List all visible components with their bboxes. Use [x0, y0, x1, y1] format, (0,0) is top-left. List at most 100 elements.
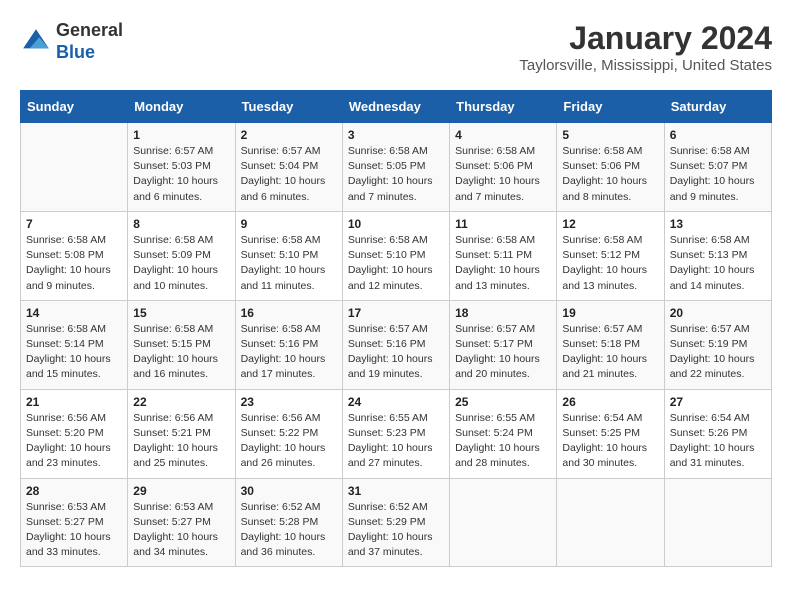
day-info: Sunrise: 6:57 AMSunset: 5:19 PMDaylight:…: [670, 322, 766, 383]
day-info: Sunrise: 6:54 AMSunset: 5:25 PMDaylight:…: [562, 411, 658, 472]
day-number: 17: [348, 306, 444, 320]
day-info: Sunrise: 6:56 AMSunset: 5:20 PMDaylight:…: [26, 411, 122, 472]
calendar-cell: 18 Sunrise: 6:57 AMSunset: 5:17 PMDayligh…: [450, 300, 557, 389]
logo-blue: Blue: [56, 42, 123, 64]
calendar-cell: 1Sunrise: 6:57 AMSunset: 5:03 PMDaylight…: [128, 123, 235, 212]
calendar-week-3: 14Sunrise: 6:58 AMSunset: 5:14 PMDayligh…: [21, 300, 772, 389]
day-number: 28: [26, 484, 122, 498]
calendar-week-5: 28 Sunrise: 6:53 AMSunset: 5:27 PMDayligh…: [21, 478, 772, 567]
day-info: Sunrise: 6:52 AMSunset: 5:29 PMDaylight:…: [348, 500, 444, 561]
day-info: Sunrise: 6:58 AMSunset: 5:15 PMDaylight:…: [133, 322, 229, 383]
calendar-cell: 15 Sunrise: 6:58 AMSunset: 5:15 PMDayligh…: [128, 300, 235, 389]
day-number: 3: [348, 128, 444, 142]
calendar-cell: 27Sunrise: 6:54 AMSunset: 5:26 PMDayligh…: [664, 389, 771, 478]
calendar-cell: 23Sunrise: 6:56 AMSunset: 5:22 PMDayligh…: [235, 389, 342, 478]
col-sunday: Sunday: [21, 91, 128, 123]
day-number: 22: [133, 395, 229, 409]
day-number: 30: [241, 484, 337, 498]
day-info: Sunrise: 6:58 AMSunset: 5:08 PMDaylight:…: [26, 233, 122, 294]
calendar-cell: 30Sunrise: 6:52 AMSunset: 5:28 PMDayligh…: [235, 478, 342, 567]
logo: General Blue: [20, 20, 123, 63]
day-info: Sunrise: 6:58 AMSunset: 5:16 PMDaylight:…: [241, 322, 337, 383]
day-info: Sunrise: 6:58 AMSunset: 5:11 PMDaylight:…: [455, 233, 551, 294]
col-friday: Friday: [557, 91, 664, 123]
day-info: Sunrise: 6:58 AMSunset: 5:06 PMDaylight:…: [455, 144, 551, 205]
day-number: 19: [562, 306, 658, 320]
title-block: January 2024 Taylorsville, Mississippi, …: [519, 20, 772, 74]
day-number: 20: [670, 306, 766, 320]
logo-text: General Blue: [56, 20, 123, 63]
calendar-cell: 28 Sunrise: 6:53 AMSunset: 5:27 PMDayligh…: [21, 478, 128, 567]
calendar-cell: [21, 123, 128, 212]
col-thursday: Thursday: [450, 91, 557, 123]
calendar-cell: 19 Sunrise: 6:57 AMSunset: 5:18 PMDayligh…: [557, 300, 664, 389]
calendar-cell: 16 Sunrise: 6:58 AMSunset: 5:16 PMDayligh…: [235, 300, 342, 389]
header-row: Sunday Monday Tuesday Wednesday Thursday…: [21, 91, 772, 123]
day-number: 16: [241, 306, 337, 320]
calendar-cell: 25Sunrise: 6:55 AMSunset: 5:24 PMDayligh…: [450, 389, 557, 478]
day-number: 23: [241, 395, 337, 409]
col-tuesday: Tuesday: [235, 91, 342, 123]
day-number: 7: [26, 217, 122, 231]
calendar-cell: 20 Sunrise: 6:57 AMSunset: 5:19 PMDayligh…: [664, 300, 771, 389]
month-title: January 2024: [519, 20, 772, 57]
day-number: 29: [133, 484, 229, 498]
day-info: Sunrise: 6:58 AMSunset: 5:09 PMDaylight:…: [133, 233, 229, 294]
day-info: Sunrise: 6:58 AMSunset: 5:06 PMDaylight:…: [562, 144, 658, 205]
calendar-cell: 13 Sunrise: 6:58 AMSunset: 5:13 PMDayligh…: [664, 211, 771, 300]
day-number: 31: [348, 484, 444, 498]
calendar-cell: 17 Sunrise: 6:57 AMSunset: 5:16 PMDayligh…: [342, 300, 449, 389]
day-number: 5: [562, 128, 658, 142]
day-info: Sunrise: 6:53 AMSunset: 5:27 PMDaylight:…: [133, 500, 229, 561]
calendar-cell: [450, 478, 557, 567]
calendar-cell: 10Sunrise: 6:58 AMSunset: 5:10 PMDayligh…: [342, 211, 449, 300]
calendar-week-4: 21Sunrise: 6:56 AMSunset: 5:20 PMDayligh…: [21, 389, 772, 478]
day-info: Sunrise: 6:58 AMSunset: 5:13 PMDaylight:…: [670, 233, 766, 294]
calendar-cell: 2Sunrise: 6:57 AMSunset: 5:04 PMDaylight…: [235, 123, 342, 212]
day-number: 26: [562, 395, 658, 409]
day-info: Sunrise: 6:58 AMSunset: 5:10 PMDaylight:…: [241, 233, 337, 294]
day-number: 13: [670, 217, 766, 231]
page-header: General Blue January 2024 Taylorsville, …: [20, 20, 772, 74]
calendar-cell: 6 Sunrise: 6:58 AMSunset: 5:07 PMDaylight…: [664, 123, 771, 212]
day-info: Sunrise: 6:58 AMSunset: 5:12 PMDaylight:…: [562, 233, 658, 294]
calendar-cell: 26 Sunrise: 6:54 AMSunset: 5:25 PMDayligh…: [557, 389, 664, 478]
day-number: 18: [455, 306, 551, 320]
day-info: Sunrise: 6:55 AMSunset: 5:24 PMDaylight:…: [455, 411, 551, 472]
calendar-cell: [664, 478, 771, 567]
day-info: Sunrise: 6:56 AMSunset: 5:21 PMDaylight:…: [133, 411, 229, 472]
day-info: Sunrise: 6:53 AMSunset: 5:27 PMDaylight:…: [26, 500, 122, 561]
calendar-cell: 4 Sunrise: 6:58 AMSunset: 5:06 PMDaylight…: [450, 123, 557, 212]
calendar-cell: 9 Sunrise: 6:58 AMSunset: 5:10 PMDaylight…: [235, 211, 342, 300]
col-saturday: Saturday: [664, 91, 771, 123]
day-number: 8: [133, 217, 229, 231]
day-number: 12: [562, 217, 658, 231]
day-info: Sunrise: 6:58 AMSunset: 5:07 PMDaylight:…: [670, 144, 766, 205]
calendar-table: Sunday Monday Tuesday Wednesday Thursday…: [20, 90, 772, 567]
day-number: 6: [670, 128, 766, 142]
day-number: 9: [241, 217, 337, 231]
location-title: Taylorsville, Mississippi, United States: [519, 57, 772, 74]
day-number: 1: [133, 128, 229, 142]
calendar-cell: 24 Sunrise: 6:55 AMSunset: 5:23 PMDayligh…: [342, 389, 449, 478]
day-number: 24: [348, 395, 444, 409]
day-number: 11: [455, 217, 551, 231]
calendar-cell: 12 Sunrise: 6:58 AMSunset: 5:12 PMDayligh…: [557, 211, 664, 300]
calendar-header: Sunday Monday Tuesday Wednesday Thursday…: [21, 91, 772, 123]
day-info: Sunrise: 6:57 AMSunset: 5:16 PMDaylight:…: [348, 322, 444, 383]
calendar-cell: 7 Sunrise: 6:58 AMSunset: 5:08 PMDaylight…: [21, 211, 128, 300]
logo-general: General: [56, 20, 123, 42]
calendar-cell: 14Sunrise: 6:58 AMSunset: 5:14 PMDayligh…: [21, 300, 128, 389]
day-info: Sunrise: 6:58 AMSunset: 5:05 PMDaylight:…: [348, 144, 444, 205]
day-info: Sunrise: 6:57 AMSunset: 5:17 PMDaylight:…: [455, 322, 551, 383]
calendar-cell: 8 Sunrise: 6:58 AMSunset: 5:09 PMDaylight…: [128, 211, 235, 300]
day-number: 27: [670, 395, 766, 409]
calendar-cell: 31 Sunrise: 6:52 AMSunset: 5:29 PMDayligh…: [342, 478, 449, 567]
day-number: 15: [133, 306, 229, 320]
day-number: 14: [26, 306, 122, 320]
day-info: Sunrise: 6:57 AMSunset: 5:18 PMDaylight:…: [562, 322, 658, 383]
day-number: 4: [455, 128, 551, 142]
day-info: Sunrise: 6:55 AMSunset: 5:23 PMDaylight:…: [348, 411, 444, 472]
calendar-cell: 5 Sunrise: 6:58 AMSunset: 5:06 PMDaylight…: [557, 123, 664, 212]
day-number: 10: [348, 217, 444, 231]
